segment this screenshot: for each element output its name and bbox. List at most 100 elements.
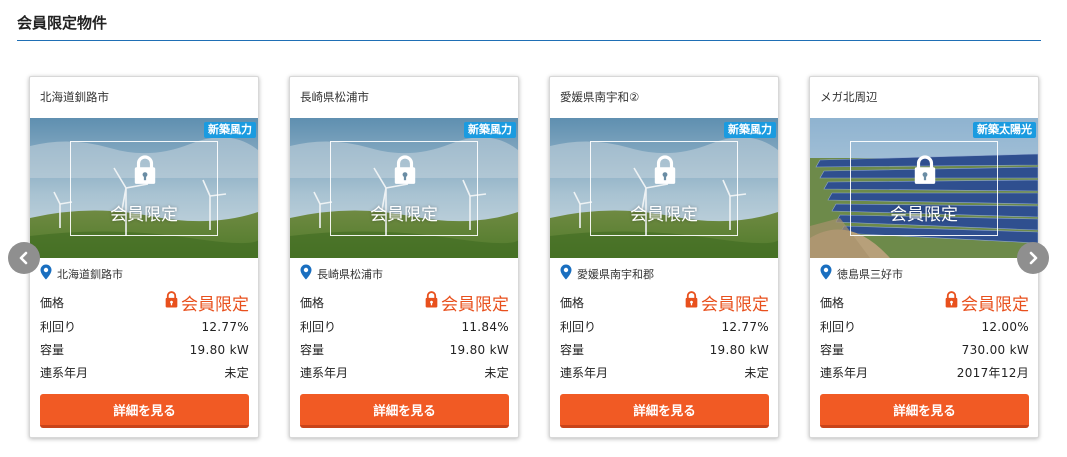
carousel-prev-button[interactable]	[8, 242, 40, 274]
capacity-row: 容量 19.80 kW	[560, 338, 769, 361]
property-card[interactable]: 北海道釧路市 新築風力 会員限定 北海道釧路市 価格 会員限定 利回り 12.77% 容量 19.…	[29, 76, 259, 438]
grid-connection-label: 連系年月	[820, 366, 869, 380]
price-value: 会員限定	[424, 290, 509, 315]
view-details-button[interactable]: 詳細を見る	[820, 394, 1029, 428]
grid-connection-row: 連系年月 未定	[560, 361, 769, 384]
capacity-row: 容量 19.80 kW	[40, 338, 249, 361]
spec-table: 価格 会員限定利回り 12.77% 容量 19.80 kW 連系年月 未定	[40, 289, 249, 384]
members-only-label: 会員限定	[630, 205, 698, 225]
grid-connection-row: 連系年月 2017年12月	[820, 361, 1029, 384]
view-details-button[interactable]: 詳細を見る	[40, 394, 249, 428]
property-type-badge: 新築風力	[724, 122, 776, 138]
price-value: 会員限定	[684, 290, 769, 315]
property-image[interactable]: 新築風力会員限定	[550, 118, 778, 258]
yield-row: 利回り 12.77%	[40, 315, 249, 338]
price-label: 価格	[560, 295, 585, 310]
capacity-value: 730.00 kW	[961, 342, 1029, 357]
property-card[interactable]: 愛媛県南宇和② 新築風力 会員限定 愛媛県南宇和郡 価格 会員限定 利回り 12.77% 容量 1…	[549, 76, 779, 438]
property-type-badge: 新築太陽光	[973, 122, 1036, 138]
members-only-overlay: 会員限定	[70, 141, 218, 236]
location-text: 徳島県三好市	[837, 267, 903, 281]
card-title: 愛媛県南宇和②	[560, 90, 640, 104]
price-value: 会員限定	[944, 290, 1029, 315]
yield-label: 利回り	[40, 320, 77, 334]
spec-table: 価格 会員限定利回り 12.77% 容量 19.80 kW 連系年月 未定	[560, 289, 769, 384]
card-location: 長崎県松浦市	[300, 264, 383, 283]
yield-label: 利回り	[820, 320, 857, 334]
capacity-label: 容量	[820, 343, 845, 357]
yield-value: 12.77%	[201, 319, 249, 334]
price-row: 価格 会員限定	[40, 289, 249, 315]
property-image[interactable]: 新築太陽光会員限定	[810, 118, 1038, 258]
location-text: 長崎県松浦市	[317, 267, 383, 281]
section-title: 会員限定物件	[17, 14, 108, 32]
price-value: 会員限定	[164, 290, 249, 315]
capacity-value: 19.80 kW	[709, 342, 769, 357]
location-text: 北海道釧路市	[57, 267, 123, 281]
members-only-label: 会員限定	[890, 205, 958, 225]
grid-connection-value: 2017年12月	[956, 366, 1029, 380]
card-location: 徳島県三好市	[820, 264, 903, 283]
capacity-value: 19.80 kW	[189, 342, 249, 357]
property-type-badge: 新築風力	[204, 122, 256, 138]
property-card[interactable]: 長崎県松浦市 新築風力 会員限定 長崎県松浦市 価格 会員限定 利回り 11.84% 容量 19.…	[289, 76, 519, 438]
grid-connection-label: 連系年月	[300, 366, 349, 380]
property-card[interactable]: メガ北周辺 新築太陽光 会員限定 徳島県三好市 価格 会員限定 利回り 12.00% 容量 730…	[809, 76, 1039, 438]
members-only-label: 会員限定	[110, 205, 178, 225]
yield-row: 利回り 12.77%	[560, 315, 769, 338]
section-divider	[17, 40, 1041, 41]
view-details-button[interactable]: 詳細を見る	[300, 394, 509, 428]
card-title: 長崎県松浦市	[300, 90, 369, 104]
capacity-label: 容量	[300, 343, 325, 357]
card-location: 愛媛県南宇和郡	[560, 264, 654, 283]
chevron-left-icon	[19, 251, 28, 265]
padlock-icon	[164, 291, 179, 313]
grid-connection-value: 未定	[744, 366, 769, 380]
yield-row: 利回り 12.00%	[820, 315, 1029, 338]
price-label: 価格	[820, 295, 845, 310]
property-image[interactable]: 新築風力 会員限定	[290, 118, 518, 258]
grid-connection-row: 連系年月 未定	[300, 361, 509, 384]
location-pin-icon	[560, 264, 577, 283]
grid-connection-label: 連系年月	[40, 366, 89, 380]
members-only-label: 会員限定	[370, 205, 438, 225]
price-label: 価格	[40, 295, 65, 310]
view-details-button[interactable]: 詳細を見る	[560, 394, 769, 428]
price-members-only: 会員限定	[701, 294, 769, 315]
spec-table: 価格 会員限定利回り 12.00% 容量 730.00 kW 連系年月 2017年12月	[820, 289, 1029, 384]
yield-label: 利回り	[300, 320, 337, 334]
padlock-icon	[944, 291, 959, 313]
spec-table: 価格 会員限定利回り 11.84% 容量 19.80 kW 連系年月 未定	[300, 289, 509, 384]
members-only-overlay: 会員限定	[590, 141, 738, 236]
price-row: 価格 会員限定	[300, 289, 509, 315]
capacity-label: 容量	[40, 343, 65, 357]
grid-connection-label: 連系年月	[560, 366, 609, 380]
members-only-overlay: 会員限定	[330, 141, 478, 236]
price-members-only: 会員限定	[181, 294, 249, 315]
price-row: 価格 会員限定	[560, 289, 769, 315]
property-image[interactable]: 新築風力会員限定	[30, 118, 258, 258]
card-location: 北海道釧路市	[40, 264, 123, 283]
carousel-next-button[interactable]	[1017, 242, 1049, 274]
yield-value: 11.84%	[461, 319, 509, 334]
yield-label: 利回り	[560, 320, 597, 334]
grid-connection-row: 連系年月 未定	[40, 361, 249, 384]
grid-connection-value: 未定	[224, 366, 249, 380]
yield-value: 12.77%	[721, 319, 769, 334]
price-row: 価格 会員限定	[820, 289, 1029, 315]
members-only-overlay: 会員限定	[850, 141, 998, 236]
price-label: 価格	[300, 295, 325, 310]
capacity-label: 容量	[560, 343, 585, 357]
card-title: メガ北周辺	[820, 90, 878, 104]
capacity-row: 容量 19.80 kW	[300, 338, 509, 361]
padlock-icon	[684, 291, 699, 313]
grid-connection-value: 未定	[484, 366, 509, 380]
yield-row: 利回り 11.84%	[300, 315, 509, 338]
chevron-right-icon	[1029, 251, 1038, 265]
yield-value: 12.00%	[981, 319, 1029, 334]
capacity-value: 19.80 kW	[449, 342, 509, 357]
location-pin-icon	[820, 264, 837, 283]
padlock-icon	[424, 291, 439, 313]
price-members-only: 会員限定	[961, 294, 1029, 315]
location-text: 愛媛県南宇和郡	[577, 267, 654, 281]
